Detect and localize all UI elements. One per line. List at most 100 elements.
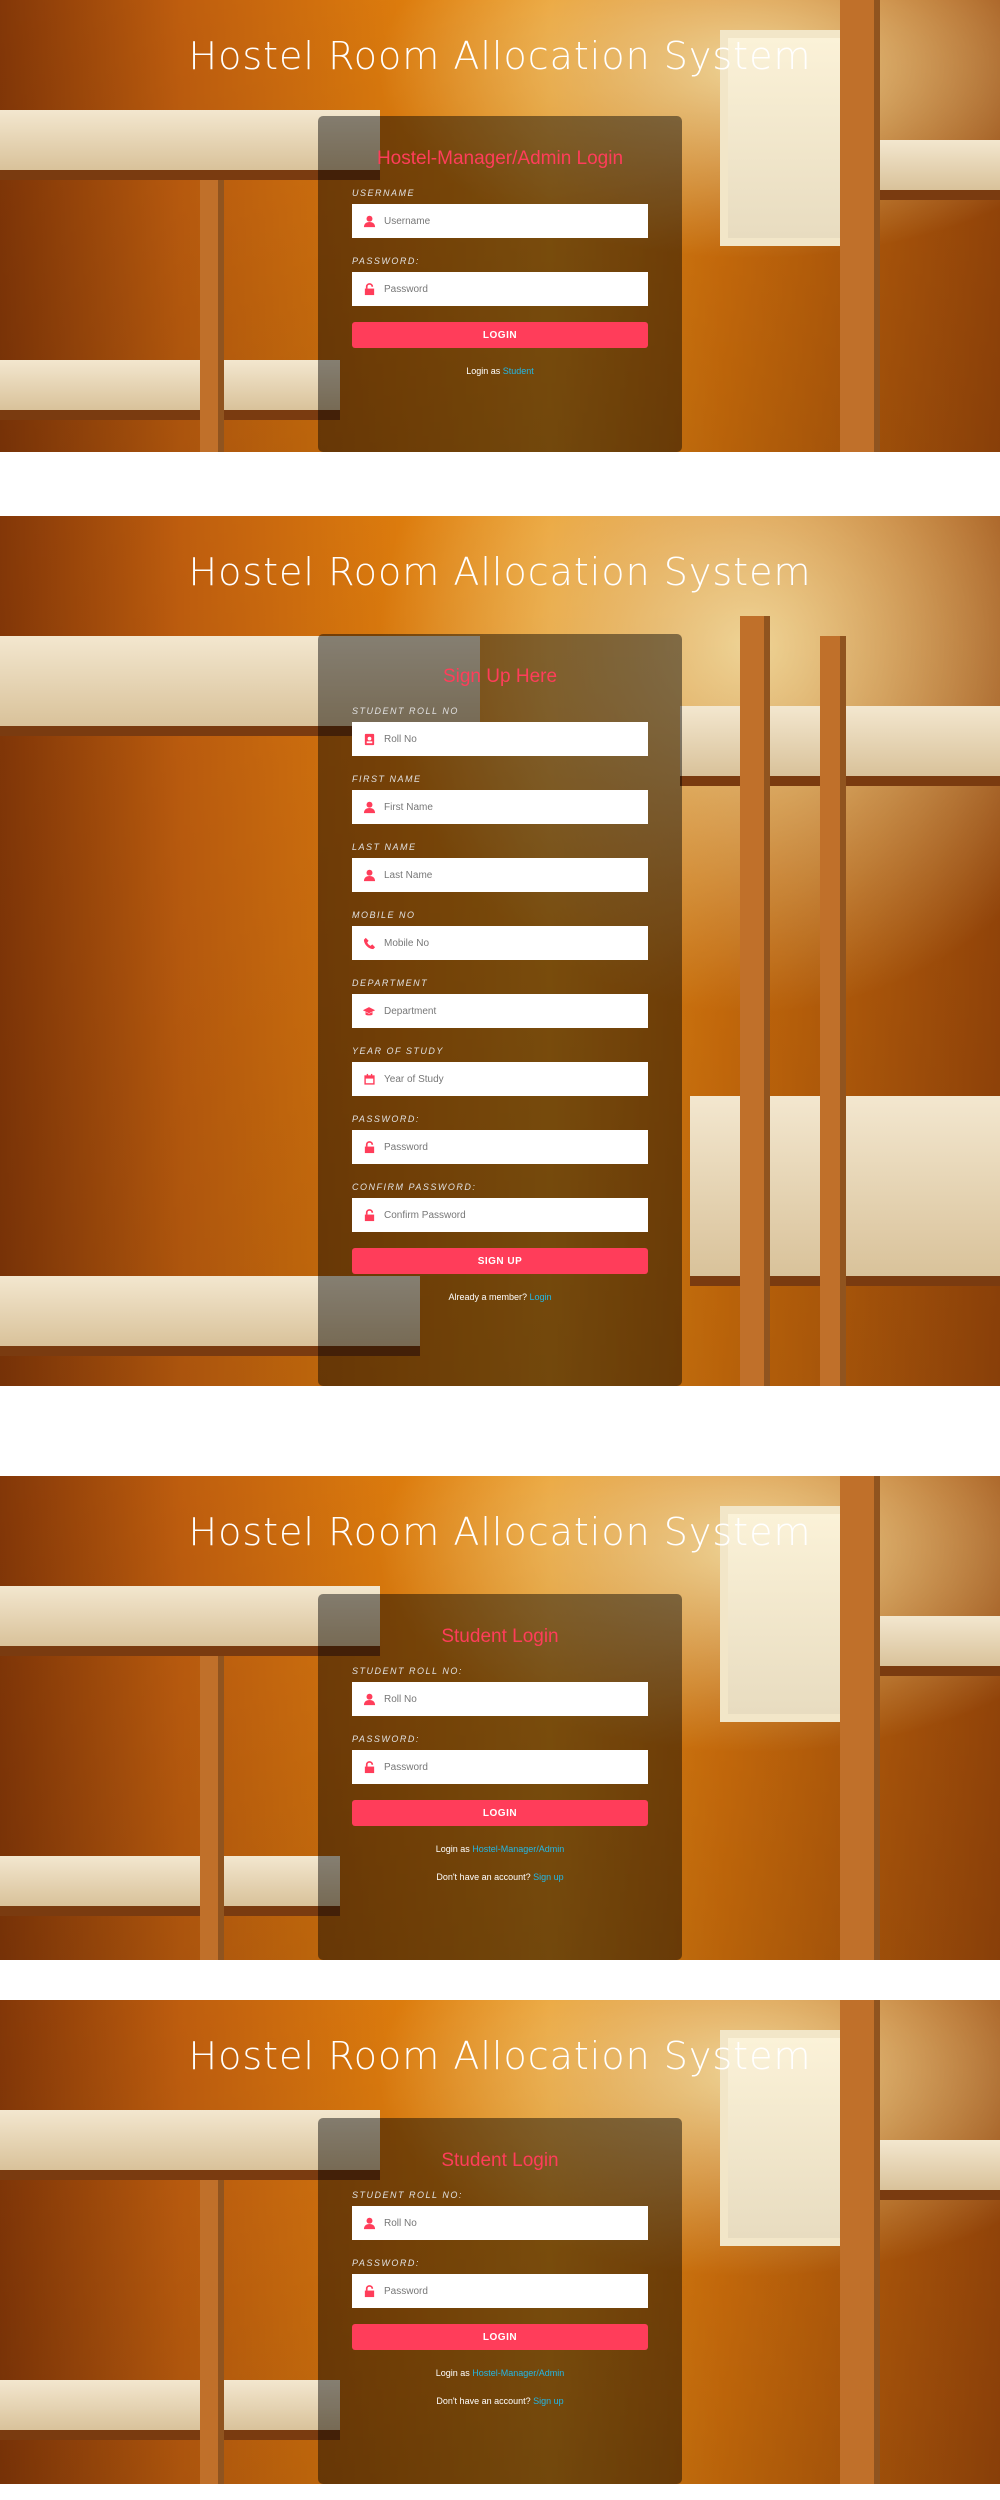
rollno-input[interactable]: Roll No <box>352 2206 648 2240</box>
login-card: Student Login STUDENT ROLL NO: Roll No P… <box>318 1594 682 1960</box>
background-bed <box>880 2140 1000 2200</box>
background-bed-post <box>200 2180 224 2484</box>
password-group: PASSWORD: Password <box>352 1734 648 1784</box>
field-label: PASSWORD: <box>352 1114 420 1124</box>
password-input[interactable]: Password <box>352 2274 648 2308</box>
id-card-icon <box>362 732 376 746</box>
background-bed-post <box>820 636 846 1386</box>
field-input[interactable]: Roll No <box>352 722 648 756</box>
field-placeholder: Password <box>384 1141 428 1153</box>
username-input[interactable]: Username <box>352 204 648 238</box>
login-button[interactable]: LOGIN <box>352 2324 648 2350</box>
background-bed <box>880 1616 1000 1676</box>
login-button[interactable]: LOGIN <box>352 322 648 348</box>
already-member-prefix: Already a member? <box>448 1292 527 1302</box>
password-placeholder: Password <box>384 2285 428 2297</box>
password-label: PASSWORD: <box>352 2258 420 2268</box>
field-placeholder: Mobile No <box>384 937 430 949</box>
field-label: MOBILE NO <box>352 910 416 920</box>
field-input[interactable]: Department <box>352 994 648 1028</box>
signup-link[interactable]: Sign up <box>533 2396 564 2406</box>
signup-button[interactable]: SIGN UP <box>352 1248 648 1274</box>
field-input[interactable]: Confirm Password <box>352 1198 648 1232</box>
login-card: Student Login STUDENT ROLL NO: Roll No P… <box>318 2118 682 2484</box>
field-placeholder: First Name <box>384 801 433 813</box>
background-bed <box>0 360 340 420</box>
signup-field-group: PASSWORD: Password <box>352 1114 648 1164</box>
card-heading: Hostel-Manager/Admin Login <box>376 148 624 169</box>
field-input[interactable]: First Name <box>352 790 648 824</box>
rollno-group: STUDENT ROLL NO: Roll No <box>352 1666 648 1716</box>
lock-icon <box>362 282 376 296</box>
password-group: PASSWORD: Password <box>352 2258 648 2308</box>
lock-icon <box>362 1760 376 1774</box>
lock-icon <box>362 1140 376 1154</box>
no-account-prefix: Don't have an account? <box>436 2396 531 2406</box>
page-title: Hostel Room Allocation System <box>188 1510 812 1554</box>
field-label: STUDENT ROLL NO <box>352 706 459 716</box>
password-input[interactable]: Password <box>352 1750 648 1784</box>
rollno-placeholder: Roll No <box>384 2217 417 2229</box>
background-bed <box>0 2380 340 2440</box>
student-login-link[interactable]: Student <box>503 366 534 376</box>
login-as-text: Login as Hostel-Manager/Admin <box>318 2368 682 2378</box>
login-as-prefix: Login as <box>435 1844 470 1854</box>
login-link[interactable]: Login <box>530 1292 552 1302</box>
rollno-label: STUDENT ROLL NO: <box>352 1666 463 1676</box>
signup-panel: Hostel Room Allocation System Sign Up He… <box>0 516 1000 1386</box>
page-title: Hostel Room Allocation System <box>188 550 812 594</box>
signup-field-group: LAST NAME Last Name <box>352 842 648 892</box>
rollno-placeholder: Roll No <box>384 1693 417 1705</box>
field-label: DEPARTMENT <box>352 978 429 988</box>
no-account-prefix: Don't have an account? <box>436 1872 531 1882</box>
rollno-group: STUDENT ROLL NO: Roll No <box>352 2190 648 2240</box>
password-placeholder: Password <box>384 1761 428 1773</box>
student-login-panel: Hostel Room Allocation System Student Lo… <box>0 2000 1000 2484</box>
field-label: YEAR OF STUDY <box>352 1046 444 1056</box>
graduation-cap-icon <box>362 1004 376 1018</box>
card-heading: Student Login <box>441 1626 559 1647</box>
no-account-text: Don't have an account? Sign up <box>318 2396 682 2406</box>
signup-link[interactable]: Sign up <box>533 1872 564 1882</box>
background-bed-post <box>740 616 770 1386</box>
signup-field-group: DEPARTMENT Department <box>352 978 648 1028</box>
password-group: PASSWORD: Password <box>352 256 648 306</box>
admin-login-panel: Hostel Room Allocation System Hostel-Man… <box>0 0 1000 452</box>
field-input[interactable]: Mobile No <box>352 926 648 960</box>
login-as-text: Login as Hostel-Manager/Admin <box>318 1844 682 1854</box>
background-bed-post <box>200 1656 224 1960</box>
password-input[interactable]: Password <box>352 272 648 306</box>
no-account-text: Don't have an account? Sign up <box>318 1872 682 1882</box>
student-login-panel: Hostel Room Allocation System Student Lo… <box>0 1476 1000 1960</box>
page-title: Hostel Room Allocation System <box>188 2034 812 2078</box>
password-label: PASSWORD: <box>352 1734 420 1744</box>
login-as-prefix: Login as <box>435 2368 470 2378</box>
background-bed <box>0 1856 340 1916</box>
field-input[interactable]: Password <box>352 1130 648 1164</box>
rollno-input[interactable]: Roll No <box>352 1682 648 1716</box>
lock-icon <box>362 2284 376 2298</box>
password-placeholder: Password <box>384 283 428 295</box>
signup-field-group: STUDENT ROLL NO Roll No <box>352 706 648 756</box>
field-input[interactable]: Year of Study <box>352 1062 648 1096</box>
password-label: PASSWORD: <box>352 256 420 266</box>
field-placeholder: Department <box>384 1005 437 1017</box>
signup-field-group: FIRST NAME First Name <box>352 774 648 824</box>
admin-login-link[interactable]: Hostel-Manager/Admin <box>472 2368 564 2378</box>
user-icon <box>362 2216 376 2230</box>
field-input[interactable]: Last Name <box>352 858 648 892</box>
admin-login-link[interactable]: Hostel-Manager/Admin <box>472 1844 564 1854</box>
already-member-text: Already a member? Login <box>318 1292 682 1302</box>
calendar-icon <box>362 1072 376 1086</box>
signup-field-group: MOBILE NO Mobile No <box>352 910 648 960</box>
login-as-prefix: Login as <box>466 366 501 376</box>
page-title: Hostel Room Allocation System <box>188 34 812 78</box>
login-card: Hostel-Manager/Admin Login USERNAME User… <box>318 116 682 452</box>
login-button[interactable]: LOGIN <box>352 1800 648 1826</box>
user-icon <box>362 214 376 228</box>
username-group: USERNAME Username <box>352 188 648 238</box>
user-icon <box>362 800 376 814</box>
field-label: LAST NAME <box>352 842 417 852</box>
login-as-text: Login as Student <box>318 366 682 376</box>
card-heading: Student Login <box>441 2150 559 2171</box>
